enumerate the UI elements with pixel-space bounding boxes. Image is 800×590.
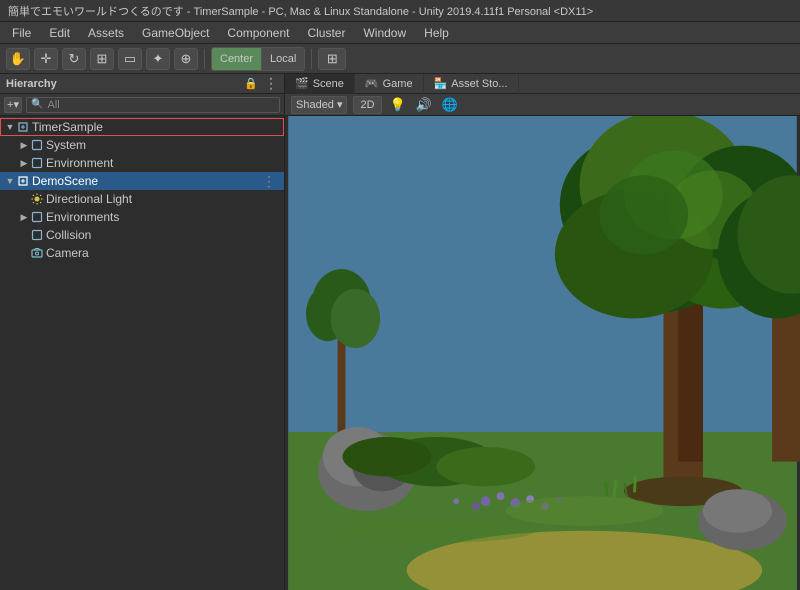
shading-label: Shaded: [296, 99, 334, 111]
menu-component[interactable]: Component: [219, 24, 297, 42]
tree-item-timer-sample[interactable]: ▼ TimerSample ⋮: [0, 118, 284, 136]
grid-btn[interactable]: ⊞: [318, 48, 346, 70]
rect-tool-btn[interactable]: ▭: [118, 48, 142, 70]
menu-file[interactable]: File: [4, 24, 39, 42]
hierarchy-add-btn[interactable]: +▾: [4, 97, 22, 113]
timer-sample-label: TimerSample: [32, 120, 103, 134]
scene-view[interactable]: [285, 116, 800, 590]
scene-icon-demo-scene: [16, 174, 30, 188]
menu-edit[interactable]: Edit: [41, 24, 78, 42]
main-area: Hierarchy 🔒 ⋮ +▾ 🔍 All ▼: [0, 74, 800, 590]
title-bar: 簡単でエモいワールドつくるのです - TimerSample - PC, Mac…: [0, 0, 800, 22]
shading-select[interactable]: Shaded ▾: [291, 96, 347, 114]
transform-tool-btn[interactable]: ✦: [146, 48, 170, 70]
game-tab[interactable]: 🎮 Game: [355, 74, 424, 94]
demo-scene-kebab[interactable]: ⋮: [258, 173, 280, 190]
arrow-camera: ▶: [18, 248, 30, 259]
menu-cluster[interactable]: Cluster: [299, 24, 353, 42]
scene-toolbar: Shaded ▾ 2D 💡 🔊 🌐: [285, 94, 800, 116]
custom-tool-btn[interactable]: ⊕: [174, 48, 198, 70]
camera-label: Camera: [46, 246, 89, 260]
scene-icon-timer-sample: [16, 120, 30, 134]
hierarchy-toolbar: +▾ 🔍 All: [0, 94, 284, 116]
gameobject-icon-environments: [30, 210, 44, 224]
asset-store-tab[interactable]: 🏪 Asset Sto...: [424, 74, 519, 94]
shading-dropdown-icon: ▾: [337, 98, 343, 111]
menu-bar: File Edit Assets GameObject Component Cl…: [0, 22, 800, 44]
skybox-toggle-btn[interactable]: 🌐: [440, 96, 460, 114]
light-icon-directional: [30, 192, 44, 206]
arrow-collision: ▶: [18, 230, 30, 241]
environments-label: Environments: [46, 210, 119, 224]
tree-item-environment[interactable]: ▶ Environment: [0, 154, 284, 172]
demo-scene-label: DemoScene: [32, 174, 98, 188]
scene-background: [285, 116, 800, 590]
hierarchy-more-icon[interactable]: ⋮: [264, 75, 278, 92]
game-tab-icon: 🎮: [365, 77, 379, 90]
scene-tab-icon: 🎬: [295, 77, 309, 90]
directional-light-label: Directional Light: [46, 192, 132, 206]
system-label: System: [46, 138, 86, 152]
tree-item-collision[interactable]: ▶ Collision: [0, 226, 284, 244]
rotate-tool-btn[interactable]: ↻: [62, 48, 86, 70]
asset-tab-label: Asset Sto...: [451, 78, 507, 90]
search-icon: 🔍: [31, 99, 43, 110]
tree-item-environments[interactable]: ▶ Environments: [0, 208, 284, 226]
scene-tab[interactable]: 🎬 Scene: [285, 74, 355, 94]
tree-item-system[interactable]: ▶ System: [0, 136, 284, 154]
menu-window[interactable]: Window: [355, 24, 414, 42]
collision-icon: [30, 228, 44, 242]
scene-tabs: 🎬 Scene 🎮 Game 🏪 Asset Sto...: [285, 74, 800, 94]
hierarchy-panel: Hierarchy 🔒 ⋮ +▾ 🔍 All ▼: [0, 74, 285, 590]
2d-label: 2D: [360, 99, 374, 111]
toolbar-sep-2: [311, 49, 312, 69]
gameobject-icon-system: [30, 138, 44, 152]
search-placeholder: All: [47, 99, 59, 111]
gameobject-icon-environment: [30, 156, 44, 170]
hand-tool-btn[interactable]: ✋: [6, 48, 30, 70]
hierarchy-content: ▼ TimerSample ⋮ ▶: [0, 116, 284, 590]
hierarchy-title: Hierarchy: [6, 78, 57, 90]
game-tab-label: Game: [383, 78, 413, 90]
hierarchy-header: Hierarchy 🔒 ⋮: [0, 74, 284, 94]
menu-help[interactable]: Help: [416, 24, 457, 42]
environment-label: Environment: [46, 156, 113, 170]
toolbar: ✋ ✛ ↻ ⊞ ▭ ✦ ⊕ Center Local ⊞: [0, 44, 800, 74]
menu-assets[interactable]: Assets: [80, 24, 132, 42]
scale-tool-btn[interactable]: ⊞: [90, 48, 114, 70]
audio-toggle-btn[interactable]: 🔊: [414, 96, 434, 114]
arrow-system: ▶: [18, 140, 30, 151]
tree-item-directional-light[interactable]: ▶ Directional Light: [0, 190, 284, 208]
pivot-group: Center Local: [211, 47, 305, 71]
scene-panel: 🎬 Scene 🎮 Game 🏪 Asset Sto... Shaded ▾ 2…: [285, 74, 800, 590]
camera-icon: [30, 246, 44, 260]
scene-tab-label: Scene: [313, 78, 344, 90]
tree-item-camera[interactable]: ▶ Camera: [0, 244, 284, 262]
hierarchy-search[interactable]: 🔍 All: [26, 97, 280, 113]
lock-icon[interactable]: 🔒: [244, 77, 258, 90]
arrow-demo-scene: ▼: [4, 176, 16, 186]
tree-item-demo-scene[interactable]: ▼ DemoScene ⋮: [0, 172, 284, 190]
local-btn[interactable]: Local: [262, 48, 304, 70]
asset-icon: 🏪: [434, 77, 448, 90]
arrow-directional-light: ▶: [18, 194, 30, 205]
move-tool-btn[interactable]: ✛: [34, 48, 58, 70]
title-text: 簡単でエモいワールドつくるのです - TimerSample - PC, Mac…: [8, 3, 593, 19]
arrow-environment: ▶: [18, 158, 30, 169]
toolbar-sep-1: [204, 49, 205, 69]
center-btn[interactable]: Center: [212, 48, 262, 70]
menu-gameobject[interactable]: GameObject: [134, 24, 217, 42]
collision-label: Collision: [46, 228, 91, 242]
light-toggle-btn[interactable]: 💡: [388, 96, 408, 114]
arrow-environments: ▶: [18, 212, 30, 223]
arrow-timer-sample: ▼: [4, 122, 16, 132]
2d-btn[interactable]: 2D: [353, 96, 381, 114]
